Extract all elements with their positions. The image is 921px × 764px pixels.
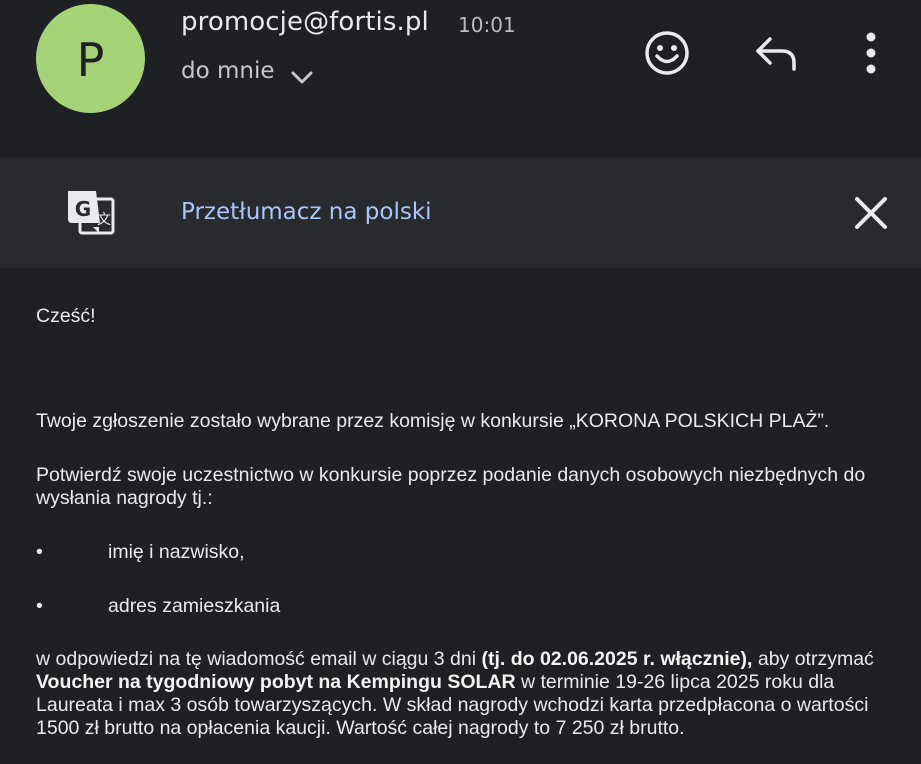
more-vert-icon[interactable] xyxy=(858,30,884,76)
body-paragraph-1: Twoje zgłoszenie zostało wybrane przez k… xyxy=(36,410,830,432)
bullet-symbol: • xyxy=(36,595,43,617)
avatar-letter: P xyxy=(76,32,105,87)
sender-avatar[interactable]: P xyxy=(36,4,145,113)
email-header: P promocje@fortis.pl 10:01 do mnie xyxy=(0,0,921,158)
reply-icon[interactable] xyxy=(752,33,800,73)
recipient-label[interactable]: do mnie xyxy=(181,58,275,84)
translate-to-polish-link[interactable]: Przetłumacz na polski xyxy=(181,199,432,225)
sender-address[interactable]: promocje@fortis.pl xyxy=(181,7,429,37)
close-icon[interactable] xyxy=(852,194,890,232)
voucher-bold: Voucher na tygodniowy pobyt na Kempingu … xyxy=(36,671,516,693)
p3-text-2: aby otrzymać xyxy=(752,648,874,670)
translate-icon[interactable]: G 文 xyxy=(66,187,116,239)
emoji-icon[interactable] xyxy=(643,29,691,77)
bullet-symbol: • xyxy=(36,541,43,563)
deadline-bold: (tj. do 02.06.2025 r. włącznie), xyxy=(481,648,753,670)
email-view: P promocje@fortis.pl 10:01 do mnie G 文 P… xyxy=(0,0,921,764)
list-item-text: adres zamieszkania xyxy=(108,595,281,617)
greeting: Cześć! xyxy=(36,305,96,327)
svg-text:文: 文 xyxy=(97,212,111,228)
translate-bar xyxy=(0,158,921,268)
svg-text:G: G xyxy=(75,197,91,221)
message-time: 10:01 xyxy=(458,13,516,37)
chevron-down-icon[interactable] xyxy=(290,70,314,86)
body-paragraph-2: Potwierdź swoje uczestnictwo w konkursie… xyxy=(36,464,866,509)
body-paragraph-3: w odpowiedzi na tę wiadomość email w cią… xyxy=(36,648,896,740)
p3-text-1: w odpowiedzi na tę wiadomość email w cią… xyxy=(36,648,482,670)
list-item-text: imię i nazwisko, xyxy=(108,541,245,563)
